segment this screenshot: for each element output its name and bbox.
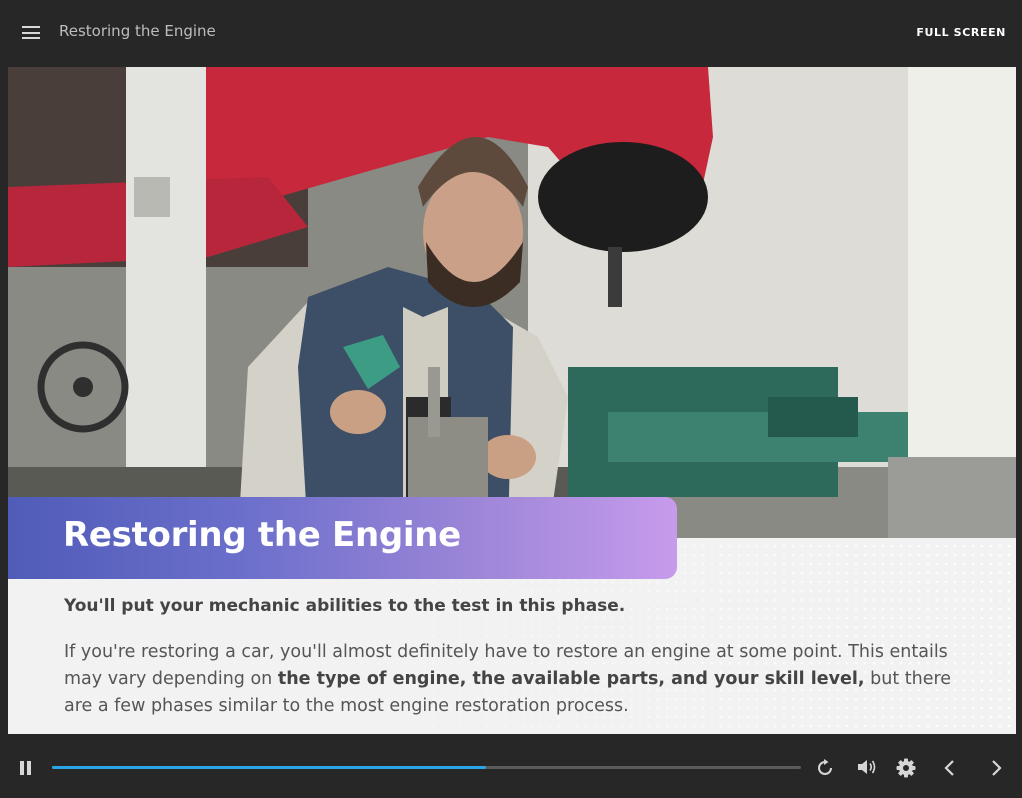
top-bar: Restoring the Engine FULL SCREEN	[0, 0, 1022, 66]
slide-canvas: Restoring the Engine You'll put your mec…	[8, 67, 1016, 734]
course-title: Restoring the Engine	[59, 22, 216, 40]
full-screen-button[interactable]: FULL SCREEN	[916, 26, 1006, 39]
progress-track[interactable]	[52, 766, 801, 769]
volume-icon[interactable]	[857, 758, 877, 776]
player-control-bar	[0, 734, 1022, 798]
hero-image	[8, 67, 1016, 538]
slide-heading: Restoring the Engine	[63, 515, 461, 555]
replay-icon[interactable]	[816, 759, 834, 777]
settings-gear-icon[interactable]	[896, 758, 916, 778]
slide-body-text: If you're restoring a car, you'll almost…	[64, 639, 964, 720]
pause-icon[interactable]	[20, 761, 32, 775]
chevron-right-icon[interactable]	[990, 759, 1004, 777]
slide-lead-text: You'll put your mechanic abilities to th…	[64, 596, 626, 616]
progress-fill	[52, 766, 487, 769]
chevron-left-icon[interactable]	[942, 759, 956, 777]
body-text-emphasis: the type of engine, the available parts,…	[277, 669, 865, 689]
slide-title-banner: Restoring the Engine	[8, 497, 677, 579]
hamburger-menu-icon[interactable]	[22, 26, 40, 39]
